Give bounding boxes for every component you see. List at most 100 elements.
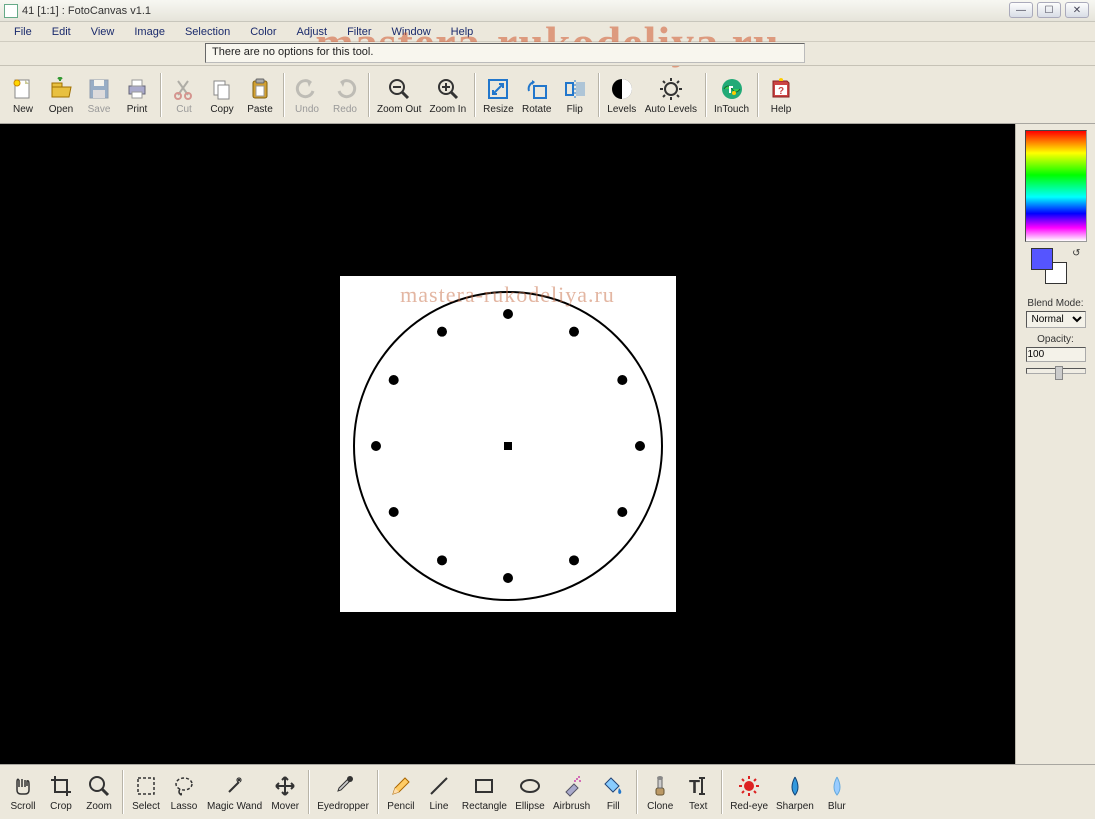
text-tool[interactable]: T Text: [679, 770, 717, 814]
options-message: There are no options for this tool.: [205, 43, 805, 63]
eyedrop-icon: [329, 772, 357, 800]
zoomin-button[interactable]: Zoom In: [425, 73, 470, 117]
svg-text:T: T: [689, 777, 700, 797]
resize-button[interactable]: Resize: [479, 73, 518, 117]
clock-drawing: [340, 276, 676, 612]
text-icon: T: [684, 772, 712, 800]
paste-button[interactable]: Paste: [241, 73, 279, 117]
levels-button[interactable]: Levels: [603, 73, 641, 117]
help-label: Help: [771, 104, 792, 115]
print-button[interactable]: Print: [118, 73, 156, 117]
canvas-image[interactable]: mastera-rukodeliya.ru: [340, 276, 676, 612]
menu-file[interactable]: File: [6, 24, 40, 40]
blur-tool[interactable]: Blur: [818, 770, 856, 814]
blend-mode-label: Blend Mode:: [1020, 298, 1091, 309]
flip-button[interactable]: Flip: [556, 73, 594, 117]
flip-icon: [561, 75, 589, 103]
copy-button[interactable]: Copy: [203, 73, 241, 117]
menu-selection[interactable]: Selection: [177, 24, 238, 40]
autolevels-button[interactable]: Auto Levels: [641, 73, 701, 117]
color-spectrum[interactable]: [1025, 130, 1087, 242]
clone-tool[interactable]: Clone: [641, 770, 679, 814]
redo-icon: [331, 75, 359, 103]
rect-tool[interactable]: Rectangle: [458, 770, 511, 814]
title-bar: 41 [1:1] : FotoCanvas v1.1 — ☐ ✕: [0, 0, 1095, 22]
lasso-tool[interactable]: Lasso: [165, 770, 203, 814]
new-label: New: [13, 104, 33, 115]
save-button: Save: [80, 73, 118, 117]
maximize-button[interactable]: ☐: [1037, 2, 1061, 18]
flip-label: Flip: [567, 104, 583, 115]
zoomin-icon: [434, 75, 462, 103]
crop-icon: [47, 772, 75, 800]
menu-edit[interactable]: Edit: [44, 24, 79, 40]
mover-tool[interactable]: Mover: [266, 770, 304, 814]
airbrush-tool[interactable]: Airbrush: [549, 770, 594, 814]
opacity-slider[interactable]: [1026, 368, 1086, 374]
color-swatches[interactable]: ↺: [1031, 248, 1081, 288]
menu-image[interactable]: Image: [126, 24, 173, 40]
eyedrop-tool[interactable]: Eyedropper: [313, 770, 373, 814]
svg-text:?: ?: [778, 86, 784, 97]
sharpen-label: Sharpen: [776, 801, 814, 812]
autolevels-icon: [657, 75, 685, 103]
fill-tool[interactable]: Fill: [594, 770, 632, 814]
pencil-tool[interactable]: Pencil: [382, 770, 420, 814]
open-icon: [47, 75, 75, 103]
text-label: Text: [689, 801, 707, 812]
zoomout-button[interactable]: Zoom Out: [373, 73, 425, 117]
zoom-tool[interactable]: Zoom: [80, 770, 118, 814]
help-icon: ?: [767, 75, 795, 103]
intouch-button[interactable]: InTouch: [710, 73, 753, 117]
rotate-button[interactable]: Rotate: [518, 73, 556, 117]
clone-label: Clone: [647, 801, 673, 812]
opacity-input[interactable]: [1026, 347, 1086, 362]
menu-color[interactable]: Color: [242, 24, 284, 40]
menu-help[interactable]: Help: [443, 24, 482, 40]
autolevels-label: Auto Levels: [645, 104, 697, 115]
ellipse-icon: [516, 772, 544, 800]
menu-view[interactable]: View: [83, 24, 123, 40]
ellipse-tool[interactable]: Ellipse: [511, 770, 549, 814]
menu-bar: FileEditViewImageSelectionColor AdjustFil…: [0, 22, 1095, 42]
paste-icon: [246, 75, 274, 103]
foreground-color-swatch[interactable]: [1031, 248, 1053, 270]
wand-tool[interactable]: Magic Wand: [203, 770, 266, 814]
close-button[interactable]: ✕: [1065, 2, 1089, 18]
save-label: Save: [88, 104, 111, 115]
copy-icon: [208, 75, 236, 103]
cut-button: Cut: [165, 73, 203, 117]
right-panel: ↺ Blend Mode: Normal Opacity:: [1015, 124, 1095, 764]
swap-colors-icon[interactable]: ↺: [1072, 248, 1080, 259]
redo-label: Redo: [333, 104, 357, 115]
open-label: Open: [49, 104, 73, 115]
undo-icon: [293, 75, 321, 103]
menu-filter[interactable]: Filter: [339, 24, 379, 40]
crop-tool[interactable]: Crop: [42, 770, 80, 814]
crop-label: Crop: [50, 801, 72, 812]
new-button[interactable]: New: [4, 73, 42, 117]
line-tool[interactable]: Line: [420, 770, 458, 814]
zoomout-icon: [385, 75, 413, 103]
scroll-tool[interactable]: Scroll: [4, 770, 42, 814]
blur-label: Blur: [828, 801, 846, 812]
select-label: Select: [132, 801, 160, 812]
airbrush-icon: [558, 772, 586, 800]
menu-adjust[interactable]: Adjust: [289, 24, 336, 40]
scroll-icon: [9, 772, 37, 800]
open-button[interactable]: Open: [42, 73, 80, 117]
blend-mode-select[interactable]: Normal: [1026, 311, 1086, 328]
canvas-workspace[interactable]: mastera-rukodeliya.ru: [0, 124, 1015, 764]
minimize-button[interactable]: —: [1009, 2, 1033, 18]
eyedrop-label: Eyedropper: [317, 801, 369, 812]
fill-icon: [599, 772, 627, 800]
sharpen-tool[interactable]: Sharpen: [772, 770, 818, 814]
copy-label: Copy: [210, 104, 233, 115]
help-button[interactable]: ? Help: [762, 73, 800, 117]
resize-label: Resize: [483, 104, 514, 115]
pencil-label: Pencil: [387, 801, 414, 812]
redeye-tool[interactable]: Red-eye: [726, 770, 772, 814]
select-tool[interactable]: Select: [127, 770, 165, 814]
redeye-icon: [735, 772, 763, 800]
menu-window[interactable]: Window: [384, 24, 439, 40]
